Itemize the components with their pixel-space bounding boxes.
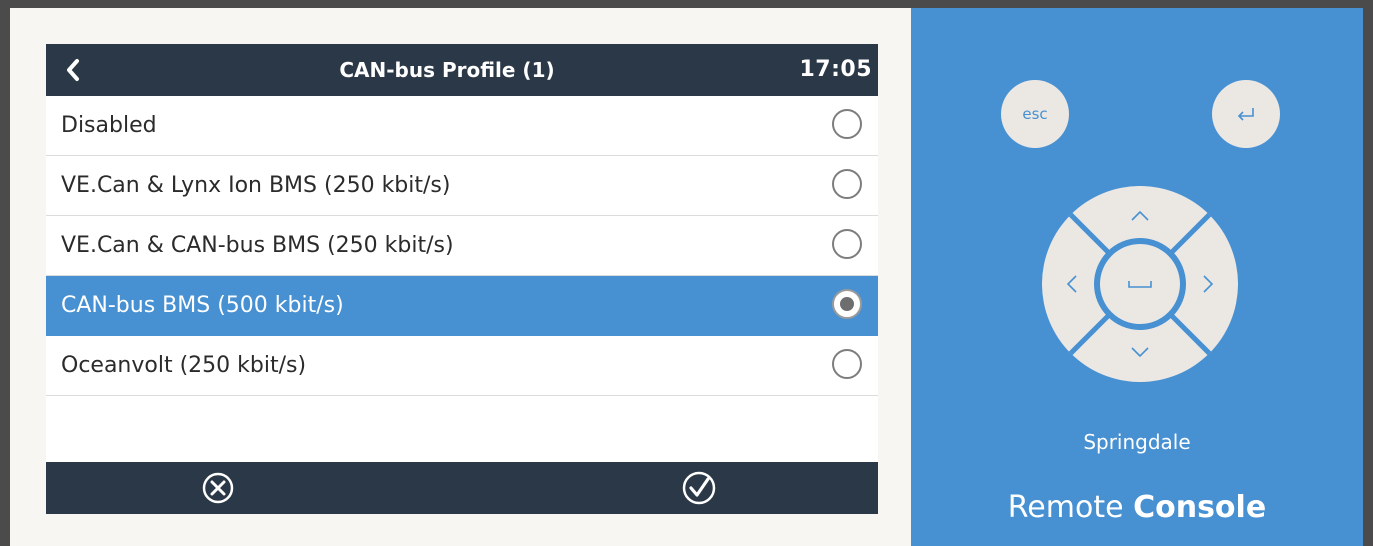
page-title: CAN-bus Profile (1)	[339, 58, 555, 82]
device-screen: CAN-bus Profile (1) 17:05 Disabled VE.Ca…	[46, 44, 878, 514]
option-label: VE.Can & CAN-bus BMS (250 kbit/s)	[61, 233, 454, 258]
title-bar: CAN-bus Profile (1) 17:05	[46, 44, 878, 96]
option-row-disabled[interactable]: Disabled	[46, 96, 878, 156]
bottom-bar	[46, 462, 878, 514]
brand-bold: Console	[1133, 490, 1267, 525]
circle-x-icon	[202, 472, 234, 504]
site-name: Springdale	[1083, 430, 1191, 454]
option-label: Oceanvolt (250 kbit/s)	[61, 353, 307, 378]
radio-button[interactable]	[832, 169, 862, 199]
dpad	[1042, 186, 1238, 382]
remote-panel: esc Springdale Remote Console	[911, 8, 1363, 546]
option-label: CAN-bus BMS (500 kbit/s)	[61, 293, 344, 318]
window-frame: CAN-bus Profile (1) 17:05 Disabled VE.Ca…	[10, 8, 1363, 546]
brand-regular: Remote	[1007, 490, 1134, 525]
enter-return-icon	[1237, 108, 1254, 121]
option-label: VE.Can & Lynx Ion BMS (250 kbit/s)	[61, 173, 451, 198]
radio-button-selected[interactable]	[832, 289, 862, 319]
option-row-oceanvolt[interactable]: Oceanvolt (250 kbit/s)	[46, 336, 878, 396]
enter-button[interactable]	[1212, 80, 1280, 148]
brand-title: Remote Console	[911, 490, 1363, 525]
esc-button[interactable]: esc	[1001, 80, 1069, 148]
ok-button[interactable]	[681, 470, 717, 506]
radio-button[interactable]	[832, 349, 862, 379]
option-list: Disabled VE.Can & Lynx Ion BMS (250 kbit…	[46, 96, 878, 396]
option-label: Disabled	[61, 113, 157, 138]
esc-label: esc	[1022, 105, 1048, 123]
cancel-button[interactable]	[201, 471, 235, 505]
dpad-center-button[interactable]	[1100, 244, 1180, 324]
radio-button[interactable]	[832, 109, 862, 139]
circle-check-icon	[682, 471, 716, 505]
radio-dot	[840, 297, 854, 311]
clock: 17:05	[799, 57, 872, 82]
option-row-canbus-bms[interactable]: CAN-bus BMS (500 kbit/s)	[46, 276, 878, 336]
radio-button[interactable]	[832, 229, 862, 259]
option-row-vecan-lynx[interactable]: VE.Can & Lynx Ion BMS (250 kbit/s)	[46, 156, 878, 216]
option-row-vecan-canbus[interactable]: VE.Can & CAN-bus BMS (250 kbit/s)	[46, 216, 878, 276]
